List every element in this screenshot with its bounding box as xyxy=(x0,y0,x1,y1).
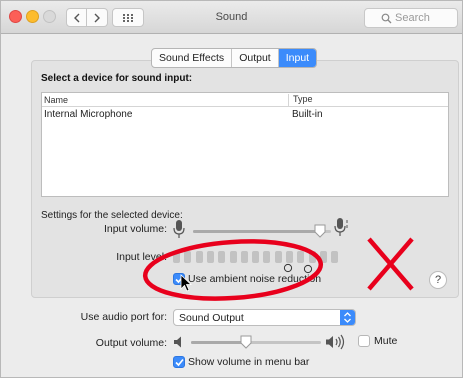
output-volume-label: Output volume: xyxy=(95,337,167,349)
audio-port-select[interactable]: Sound Output xyxy=(173,309,356,326)
level-segment xyxy=(184,251,192,263)
settings-heading: Settings for the selected device: xyxy=(41,210,183,221)
microphone-high-icon xyxy=(334,218,348,236)
level-segment xyxy=(173,251,180,263)
mute-label[interactable]: Mute xyxy=(374,335,397,347)
help-button[interactable]: ? xyxy=(429,271,447,289)
level-segment xyxy=(240,251,248,263)
column-header-type[interactable]: Type xyxy=(288,94,313,106)
level-segment xyxy=(274,251,282,263)
sound-preferences-window: Sound Search Sound Effects Output Input … xyxy=(0,0,463,378)
table-row[interactable]: Internal Microphone Built-in xyxy=(42,107,448,121)
search-placeholder: Search xyxy=(395,12,430,24)
level-segment xyxy=(195,251,203,263)
column-header-name[interactable]: Name xyxy=(44,95,68,105)
level-segment xyxy=(206,251,214,263)
tab-input[interactable]: Input xyxy=(278,49,317,67)
checkmark-icon xyxy=(175,275,184,284)
input-volume-thumb[interactable] xyxy=(314,224,326,238)
output-volume-thumb[interactable] xyxy=(240,335,252,349)
level-segment xyxy=(252,251,260,263)
level-segment xyxy=(263,251,271,263)
level-segment xyxy=(308,251,316,263)
slider-fill xyxy=(191,341,246,344)
level-segment xyxy=(286,251,293,263)
input-device-table: Name Type Internal Microphone Built-in xyxy=(41,92,449,197)
slider-fill xyxy=(193,230,320,233)
microphone-low-icon xyxy=(173,220,185,238)
speaker-high-icon xyxy=(326,334,345,350)
level-segment xyxy=(319,251,327,263)
device-list-heading: Select a device for sound input: xyxy=(41,73,193,84)
tab-bar: Sound Effects Output Input xyxy=(151,48,318,68)
device-type-cell: Built-in xyxy=(292,109,323,120)
show-volume-label[interactable]: Show volume in menu bar xyxy=(188,356,309,368)
mute-checkbox[interactable] xyxy=(358,335,370,347)
level-segment xyxy=(218,251,226,263)
input-level-label: Input level: xyxy=(116,251,167,263)
title-bar: Sound Search xyxy=(1,1,462,34)
device-name-cell: Internal Microphone xyxy=(44,109,133,120)
search-field[interactable]: Search xyxy=(364,8,458,28)
audio-port-value: Sound Output xyxy=(179,312,244,324)
checkmark-icon xyxy=(175,358,184,367)
tab-sound-effects[interactable]: Sound Effects xyxy=(152,49,233,67)
ambient-noise-checkbox[interactable] xyxy=(173,273,185,285)
level-segment xyxy=(297,251,305,263)
level-segment xyxy=(331,251,339,263)
audio-port-label: Use audio port for: xyxy=(80,311,167,323)
search-icon xyxy=(381,13,392,24)
tab-output[interactable]: Output xyxy=(232,49,279,67)
table-header: Name Type xyxy=(42,93,448,107)
level-segment xyxy=(229,251,237,263)
input-volume-label: Input volume: xyxy=(103,223,167,235)
ambient-noise-label[interactable]: Use ambient noise reduction xyxy=(188,273,321,285)
speaker-low-icon xyxy=(174,336,181,348)
updown-arrows-icon xyxy=(340,310,355,325)
show-volume-checkbox[interactable] xyxy=(173,356,185,368)
